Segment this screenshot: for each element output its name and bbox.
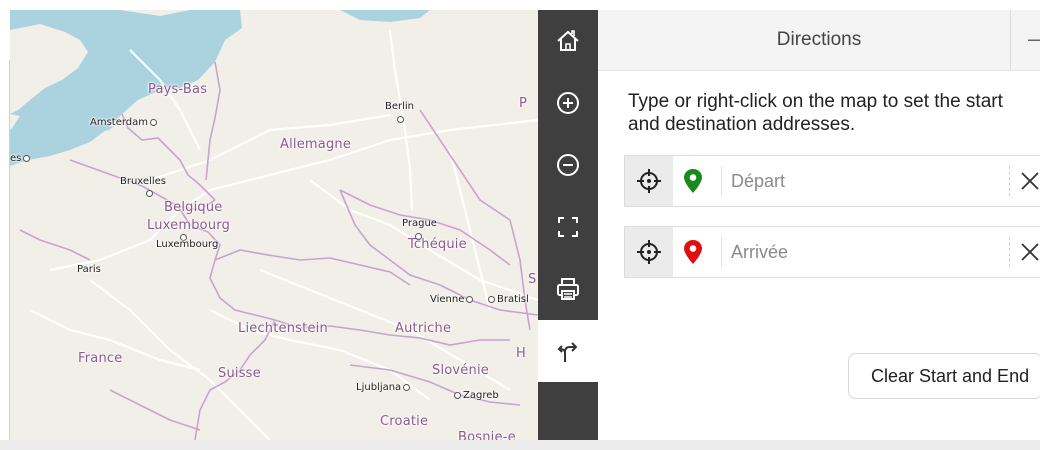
- label-luxembourg-country: Luxembourg: [147, 218, 231, 233]
- panel-title: Directions: [776, 29, 862, 50]
- label-autriche: Autriche: [395, 321, 452, 336]
- city-name: Bruxelles: [120, 176, 166, 187]
- label-belgique: Belgique: [164, 200, 223, 215]
- bruxelles-dot: [144, 188, 155, 199]
- separator: [721, 166, 722, 196]
- label-bosnie: Bosnie-e: [458, 430, 516, 440]
- directions-button[interactable]: [538, 320, 598, 382]
- city-name: Ljubljana: [356, 382, 402, 393]
- city-dot: [403, 383, 411, 391]
- end-address-row: [624, 226, 1040, 278]
- city-dot: [23, 154, 31, 162]
- city-dot: [466, 295, 474, 303]
- map-canvas[interactable]: Pays-Bas Allemagne Belgique Luxembourg T…: [10, 10, 538, 440]
- label-suisse: Suisse: [218, 366, 261, 381]
- home-icon: [557, 30, 579, 51]
- label-vienne: Vienne: [430, 294, 475, 305]
- city-dot: [488, 295, 495, 303]
- label-slovenie: Slovénie: [432, 363, 489, 378]
- print-button[interactable]: [538, 258, 598, 320]
- crosshair-icon: [637, 240, 661, 264]
- start-address-row: [624, 155, 1040, 207]
- label-edge-h: H: [516, 346, 526, 361]
- panel-header: Directions –: [598, 10, 1040, 71]
- bottom-bar: [0, 440, 1040, 450]
- directions-panel: Directions – Type or right-click on the …: [598, 10, 1040, 440]
- clear-start-and-end-button[interactable]: Clear Start and End: [848, 353, 1040, 399]
- label-berlin: Berlin: [385, 101, 414, 112]
- start-address-input[interactable]: [731, 164, 1001, 198]
- label-luxembourg-city: Luxembourg: [156, 239, 218, 250]
- separator: [1009, 166, 1011, 196]
- prague-dot: [413, 231, 424, 242]
- clear-start-button[interactable]: [1015, 166, 1040, 196]
- start-pin-icon: [684, 169, 702, 193]
- zoom-out-icon: [557, 154, 579, 176]
- label-liechtenstein: Liechtenstein: [238, 321, 328, 336]
- label-allemagne: Allemagne: [280, 137, 352, 152]
- label-bruxelles: Bruxelles: [120, 176, 166, 187]
- label-bratislava: Bratisl: [486, 294, 529, 305]
- city-name: Berlin: [385, 101, 415, 112]
- city-name: Amsterdam: [90, 117, 149, 128]
- city-dot: [150, 118, 158, 126]
- locate-start-button[interactable]: [625, 156, 673, 206]
- label-edge-s: S: [528, 272, 537, 287]
- locate-end-button[interactable]: [625, 227, 673, 277]
- label-amsterdam: Amsterdam: [90, 117, 159, 128]
- zoom-out-button[interactable]: [538, 134, 598, 196]
- clear-end-button[interactable]: [1015, 237, 1040, 267]
- baltic-sea: [340, 10, 430, 22]
- label-prague: Prague: [402, 218, 437, 229]
- berlin-dot: [395, 114, 406, 125]
- city-name: Bratisl: [497, 294, 529, 305]
- fullscreen-icon: [558, 217, 578, 237]
- separator: [721, 237, 722, 267]
- label-edge-p: P: [519, 96, 528, 111]
- city-dot: [454, 391, 461, 399]
- label-ljubljana: Ljubljana: [356, 382, 412, 393]
- label-france: France: [78, 351, 123, 366]
- separator: [1009, 237, 1011, 267]
- city-name: Zagreb: [463, 390, 499, 401]
- end-address-input[interactable]: [731, 235, 1001, 269]
- crosshair-icon: [637, 169, 661, 193]
- top-margin: [0, 0, 1040, 10]
- zoom-in-icon: [557, 92, 579, 114]
- close-icon: [1021, 243, 1039, 261]
- header-divider: [1010, 10, 1011, 70]
- label-zagreb: Zagreb: [452, 390, 499, 401]
- instructions-text: Type or right-click on the map to set th…: [628, 91, 1003, 135]
- map-application: Pays-Bas Allemagne Belgique Luxembourg T…: [0, 0, 1040, 450]
- label-pays-bas: Pays-Bas: [148, 82, 208, 97]
- city-name: es: [10, 153, 22, 164]
- close-icon: [1021, 172, 1039, 190]
- home-button[interactable]: [538, 10, 598, 72]
- fullscreen-button[interactable]: [538, 196, 598, 258]
- map-toolbar: [538, 10, 598, 440]
- collapse-button[interactable]: –: [1028, 10, 1040, 70]
- label-croatie: Croatie: [380, 414, 429, 429]
- end-pin-icon: [684, 240, 702, 264]
- city-name: Prague: [402, 218, 437, 229]
- label-paris: Paris: [77, 264, 101, 275]
- city-name: Vienne: [430, 294, 465, 305]
- print-icon: [557, 278, 579, 300]
- zoom-in-button[interactable]: [538, 72, 598, 134]
- city-name: Paris: [77, 264, 101, 275]
- directions-icon: [557, 342, 578, 362]
- city-name: Luxembourg: [156, 239, 219, 250]
- label-edge-es: es: [10, 153, 32, 164]
